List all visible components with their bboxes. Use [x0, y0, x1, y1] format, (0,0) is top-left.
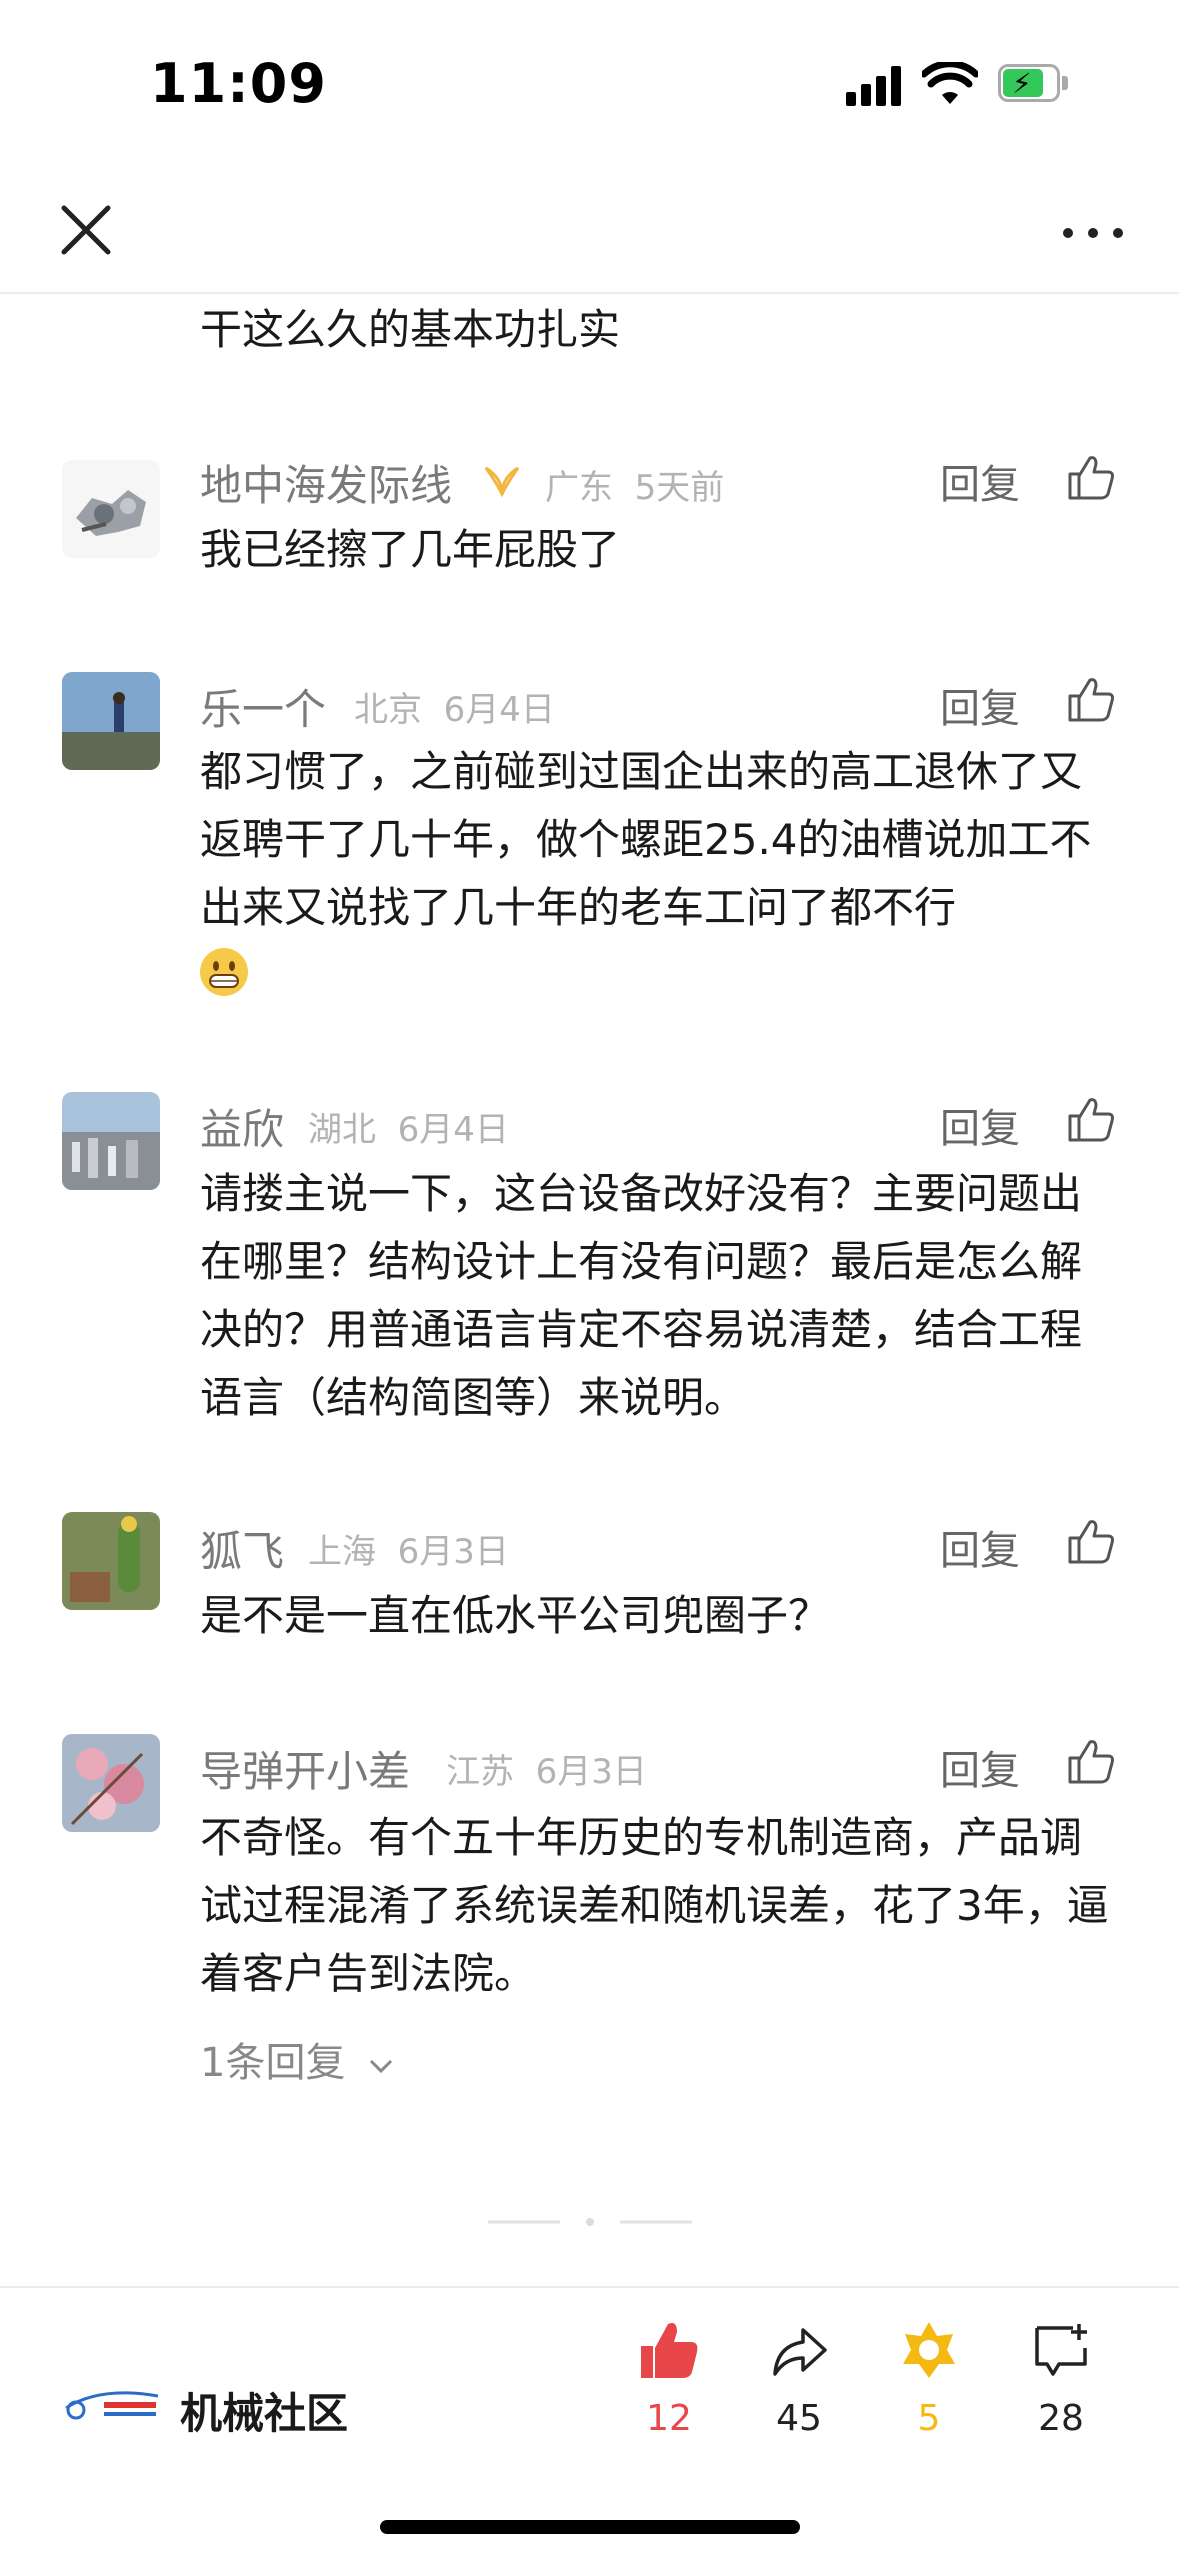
like-button[interactable]: 12 — [614, 2318, 724, 2439]
comment-date: 6月4日 — [397, 1110, 509, 1150]
reply-button[interactable]: 回复 — [940, 1096, 1020, 1154]
collect-count: 5 — [917, 2398, 941, 2439]
user-name[interactable]: 地中海发际线 — [200, 452, 452, 513]
comment-meta: 上海 6月3日 — [308, 1524, 509, 1573]
comment-date: 6月3日 — [535, 1752, 647, 1792]
comment-date: 5天前 — [634, 468, 725, 508]
thumb-up-icon[interactable] — [1066, 1094, 1116, 1144]
top-nav-bar — [0, 170, 1179, 294]
thumb-up-icon — [641, 2323, 698, 2378]
comment-text: 是不是一直在低水平公司兜圈子？ — [200, 1591, 831, 1640]
reply-button[interactable]: 回复 — [940, 1738, 1020, 1796]
user-name[interactable]: 益欣 — [200, 1096, 284, 1157]
collect-button[interactable]: 5 — [874, 2318, 984, 2439]
status-time: 11:09 — [150, 52, 327, 115]
comment-text: 请搂主说一下，这台设备改好没有？主要问题出在哪里？结构设计上有没有问题？最后是怎… — [200, 1169, 1083, 1422]
comment-add-icon — [1035, 2324, 1087, 2376]
comment-button[interactable]: 28 — [1006, 2318, 1116, 2439]
reply-button[interactable]: 回复 — [940, 1518, 1020, 1576]
thumb-up-icon[interactable] — [1066, 1736, 1116, 1786]
thumb-up-icon[interactable] — [1066, 452, 1116, 502]
user-name[interactable]: 乐一个 — [200, 676, 326, 737]
replies-label: 1条回复 — [200, 2040, 346, 2086]
avatar[interactable] — [62, 1512, 160, 1610]
thumb-up-icon[interactable] — [1066, 1516, 1116, 1566]
avatar[interactable] — [62, 1092, 160, 1190]
comment-text: 都习惯了，之前碰到过国企出来的高工退休了又返聘干了几十年，做个螺距25.4的油槽… — [200, 747, 1092, 932]
user-region: 上海 — [308, 1532, 376, 1572]
comment-meta: 江苏 6月3日 — [446, 1744, 647, 1793]
comment-text: 干这么久的基本功扎实 — [200, 305, 621, 354]
user-region: 北京 — [354, 690, 422, 730]
reply-button[interactable]: 回复 — [940, 676, 1020, 734]
more-icon[interactable] — [1058, 218, 1128, 248]
star-icon — [903, 2322, 955, 2378]
comment-meta: 广东 5天前 — [545, 460, 724, 509]
share-count: 45 — [776, 2398, 822, 2439]
comment-date: 6月4日 — [443, 690, 555, 730]
user-region: 江苏 — [446, 1752, 514, 1792]
comment-text: 我已经擦了几年屁股了 — [200, 525, 621, 574]
comment-date: 6月3日 — [397, 1532, 509, 1572]
cellular-signal-icon — [846, 66, 904, 106]
wifi-icon — [922, 62, 978, 104]
thumb-up-icon[interactable] — [1066, 674, 1116, 724]
badge-icon — [484, 466, 520, 498]
grin-emoji-icon — [200, 948, 248, 996]
home-indicator[interactable] — [380, 2520, 800, 2534]
comment-meta: 北京 6月4日 — [354, 682, 555, 731]
chevron-down-icon — [370, 2059, 393, 2074]
user-region: 湖北 — [308, 1110, 376, 1150]
community-name[interactable]: 机械社区 — [180, 2380, 348, 2441]
share-button[interactable]: 45 — [744, 2318, 854, 2439]
bottom-action-bar: 机械社区 12 45 5 28 — [0, 2286, 1179, 2558]
view-replies-link[interactable]: 1条回复 — [200, 2030, 396, 2088]
user-name[interactable]: 狐飞 — [200, 1518, 284, 1579]
user-name[interactable]: 导弹开小差 — [200, 1738, 410, 1799]
avatar[interactable] — [62, 460, 160, 558]
community-logo-icon[interactable] — [60, 2378, 160, 2428]
reply-button[interactable]: 回复 — [940, 452, 1020, 510]
page-indicator — [488, 2218, 692, 2226]
avatar[interactable] — [62, 1734, 160, 1832]
battery-icon: ⚡ — [998, 64, 1070, 104]
comment-meta: 湖北 6月4日 — [308, 1102, 509, 1151]
like-count: 12 — [646, 2398, 692, 2439]
user-region: 广东 — [545, 468, 613, 508]
close-icon[interactable] — [56, 200, 116, 260]
status-bar: 11:09 ⚡ — [0, 0, 1179, 170]
avatar[interactable] — [62, 672, 160, 770]
share-icon — [773, 2328, 827, 2376]
comment-count: 28 — [1038, 2398, 1084, 2439]
comment-text: 不奇怪。有个五十年历史的专机制造商，产品调试过程混淆了系统误差和随机误差，花了3… — [200, 1813, 1109, 1998]
